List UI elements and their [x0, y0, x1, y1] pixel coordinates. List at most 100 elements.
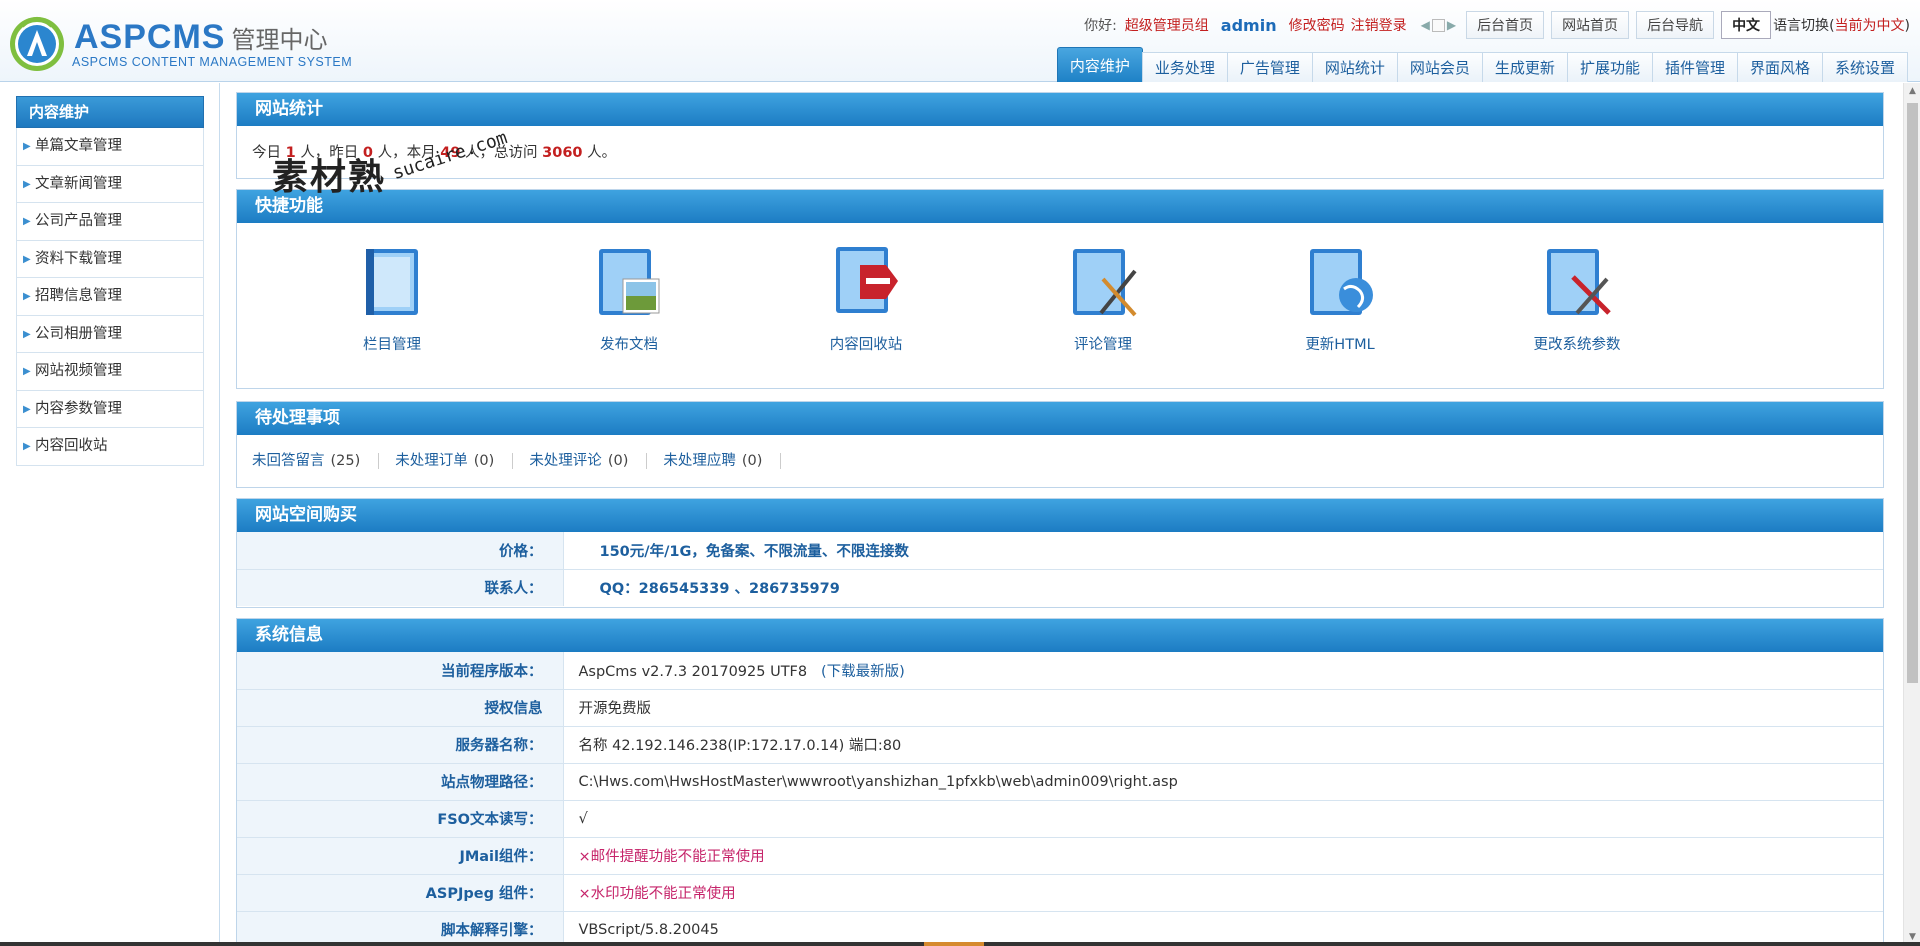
tab-extensions[interactable]: 扩展功能: [1566, 52, 1653, 82]
todo-unprocessed-orders[interactable]: 未处理订单 (0): [395, 453, 514, 469]
aspcms-logo-icon: [10, 17, 64, 71]
table-row: 当前程序版本： AspCms v2.7.3 20170925 UTF8 (下载最…: [237, 652, 1883, 689]
buy-panel: 网站空间购买 价格： 150元/年/1G，免备案、不限流量、不限连接数 联系人：…: [236, 498, 1884, 608]
table-row: 联系人： QQ：286545339 、286735979: [237, 568, 1883, 606]
scrollbar-thumb[interactable]: [1907, 103, 1918, 683]
sysinfo-title: 系统信息: [237, 619, 1883, 652]
watermark-cn: 素材熟: [272, 157, 387, 198]
main-nav: 内容维护 业务处理 广告管理 网站统计 网站会员 生成更新 扩展功能 插件管理 …: [1056, 45, 1908, 82]
quick-column-manage[interactable]: 栏目管理: [312, 243, 472, 354]
admin-home-button[interactable]: 后台首页: [1466, 11, 1545, 39]
sidebar-item-downloads[interactable]: ▶ 资料下载管理: [17, 241, 203, 278]
user-group: 超级管理员组: [1124, 18, 1209, 34]
arrow-right-icon[interactable]: ▶: [1447, 18, 1456, 32]
table-row: 服务器名称： 名称 42.192.146.238(IP:172.17.0.14)…: [237, 725, 1883, 763]
globe-folder-icon: [1310, 249, 1373, 315]
sidebar-title: 内容维护: [16, 96, 204, 128]
buy-title: 网站空间购买: [237, 499, 1883, 532]
quick-panel: 快捷功能 栏目管理 发布文档 内容回收站 评论管理 更新HTML 更改系统参数: [236, 189, 1884, 389]
vertical-scrollbar[interactable]: ▲ ▼: [1903, 83, 1920, 946]
sidebar-menu: ▶ 单篇文章管理 ▶ 文章新闻管理 ▶ 公司产品管理 ▶ 资料下载管理 ▶ 招聘信息管理 …: [16, 128, 204, 466]
sidebar-item-products[interactable]: ▶ 公司产品管理: [17, 203, 203, 241]
total-count: 3060: [542, 145, 583, 161]
todo-unprocessed-applications[interactable]: 未处理应聘 (0): [663, 453, 782, 469]
tab-interface[interactable]: 界面风格: [1736, 52, 1823, 82]
watermark: 素材熟 sucaire.com: [272, 127, 532, 208]
chevron-right-icon: ▶: [23, 216, 31, 227]
table-row: ASPJpeg 组件： ×水印功能不能正常使用: [237, 873, 1883, 911]
tab-ads[interactable]: 广告管理: [1226, 52, 1313, 82]
quick-publish-doc[interactable]: 发布文档: [549, 243, 709, 354]
sidebar: 内容维护 ▶ 单篇文章管理 ▶ 文章新闻管理 ▶ 公司产品管理 ▶ 资料下载管理 ▶ 招聘…: [0, 83, 220, 946]
tab-content[interactable]: 内容维护: [1056, 47, 1143, 82]
tab-stats[interactable]: 网站统计: [1311, 52, 1398, 82]
contact-value: QQ：286545339 、286735979: [563, 568, 1883, 606]
table-row: 站点物理路径： C:\Hws.com\HwsHostMaster\wwwroot…: [237, 762, 1883, 800]
stats-title: 网站统计: [237, 93, 1883, 126]
logo-subtitle: ASPCMS CONTENT MANAGEMENT SYSTEM: [72, 55, 353, 69]
table-row: JMail组件： ×邮件提醒功能不能正常使用: [237, 836, 1883, 874]
tab-plugins[interactable]: 插件管理: [1651, 52, 1738, 82]
chevron-right-icon: ▶: [23, 328, 31, 340]
sidebar-item-recycle[interactable]: ▶ 内容回收站: [17, 428, 203, 466]
tab-settings[interactable]: 系统设置: [1821, 52, 1908, 82]
sidebar-item-jobs[interactable]: ▶ 招聘信息管理: [17, 278, 203, 316]
table-row: FSO文本读写： √: [237, 799, 1883, 837]
quick-system-params[interactable]: 更改系统参数: [1497, 243, 1657, 354]
chevron-right-icon: ▶: [23, 178, 31, 190]
sysinfo-panel: 系统信息 当前程序版本： AspCms v2.7.3 20170925 UTF8…: [236, 618, 1884, 946]
tab-generate[interactable]: 生成更新: [1481, 52, 1568, 82]
chevron-right-icon: ▶: [23, 366, 31, 377]
pen-folder-icon: [1073, 249, 1137, 317]
scroll-up-icon[interactable]: ▲: [1904, 83, 1920, 100]
sidebar-item-videos[interactable]: ▶ 网站视频管理: [17, 353, 203, 391]
top-bar: 你好: 超级管理员组 admin 修改密码 注销登录 ◀ ▶ 后台首页 网站首页…: [1084, 11, 1910, 39]
tab-business[interactable]: 业务处理: [1141, 52, 1228, 82]
chevron-right-icon: ▶: [23, 253, 31, 265]
sidebar-item-single-article[interactable]: ▶ 单篇文章管理: [17, 128, 203, 166]
todo-title: 待处理事项: [237, 402, 1883, 435]
sidebar-item-params[interactable]: ▶ 内容参数管理: [17, 391, 203, 428]
username: admin: [1220, 15, 1277, 35]
quick-update-html[interactable]: 更新HTML: [1260, 243, 1420, 354]
fso-value: √: [563, 799, 1883, 837]
arrow-left-icon[interactable]: ◀: [1421, 18, 1430, 32]
chevron-right-icon: ▶: [23, 291, 31, 302]
download-latest-link[interactable]: (下载最新版): [821, 664, 905, 680]
buy-table: 价格： 150元/年/1G，免备案、不限流量、不限连接数 联系人： QQ：286…: [237, 532, 1883, 606]
chevron-right-icon: ▶: [23, 441, 31, 452]
contact-label: 联系人：: [237, 568, 564, 606]
site-home-button[interactable]: 网站首页: [1551, 11, 1630, 39]
path-value: C:\Hws.com\HwsHostMaster\wwwroot\yanshiz…: [563, 762, 1883, 800]
chevron-right-icon: ▶: [23, 403, 31, 415]
todo-unprocessed-comments[interactable]: 未处理评论 (0): [529, 453, 648, 469]
book-folder-icon: [366, 249, 418, 315]
logout-link[interactable]: 注销登录: [1351, 15, 1407, 35]
quick-comments[interactable]: 评论管理: [1023, 243, 1183, 354]
change-password-link[interactable]: 修改密码: [1289, 15, 1345, 35]
todo-unanswered-messages[interactable]: 未回答留言 (25): [252, 453, 380, 469]
quick-recycle-bin[interactable]: 内容回收站: [786, 243, 946, 354]
price-value: 150元/年/1G，免备案、不限流量、不限连接数: [599, 543, 909, 560]
table-row: 价格： 150元/年/1G，免备案、不限流量、不限连接数: [237, 532, 1883, 569]
script-engine-value: VBScript/5.8.20045: [563, 910, 1883, 946]
aspjpeg-value: ×水印功能不能正常使用: [578, 886, 736, 902]
license-value: 开源免费版: [563, 688, 1883, 726]
quick-body: 栏目管理 发布文档 内容回收站 评论管理 更新HTML 更改系统参数: [237, 223, 1883, 389]
image-folder-icon: [599, 249, 660, 315]
language-chinese-button[interactable]: 中文: [1721, 11, 1772, 39]
jmail-value: ×邮件提醒功能不能正常使用: [578, 849, 765, 865]
todo-body: 未回答留言 (25) 未处理订单 (0) 未处理评论 (0) 未处理应聘 (0): [237, 435, 1883, 487]
no-entry-folder-icon: [836, 247, 898, 313]
admin-nav-button[interactable]: 后台导航: [1636, 11, 1715, 39]
square-icon: [1431, 18, 1445, 32]
version-value: AspCms v2.7.3 20170925 UTF8: [578, 663, 808, 680]
server-value: 名称 42.192.146.238(IP:172.17.0.14) 端口:80: [563, 725, 1883, 763]
sidebar-item-albums[interactable]: ▶ 公司相册管理: [17, 316, 203, 353]
chevron-right-icon: ▶: [23, 141, 31, 152]
sidebar-item-news[interactable]: ▶ 文章新闻管理: [17, 166, 203, 203]
logo-title: ASPCMS 管理中心: [74, 18, 328, 56]
tab-members[interactable]: 网站会员: [1396, 52, 1483, 82]
language-switch: 语言切换(当前为中文): [1773, 18, 1910, 34]
table-row: 脚本解释引擎： VBScript/5.8.20045: [237, 910, 1883, 946]
